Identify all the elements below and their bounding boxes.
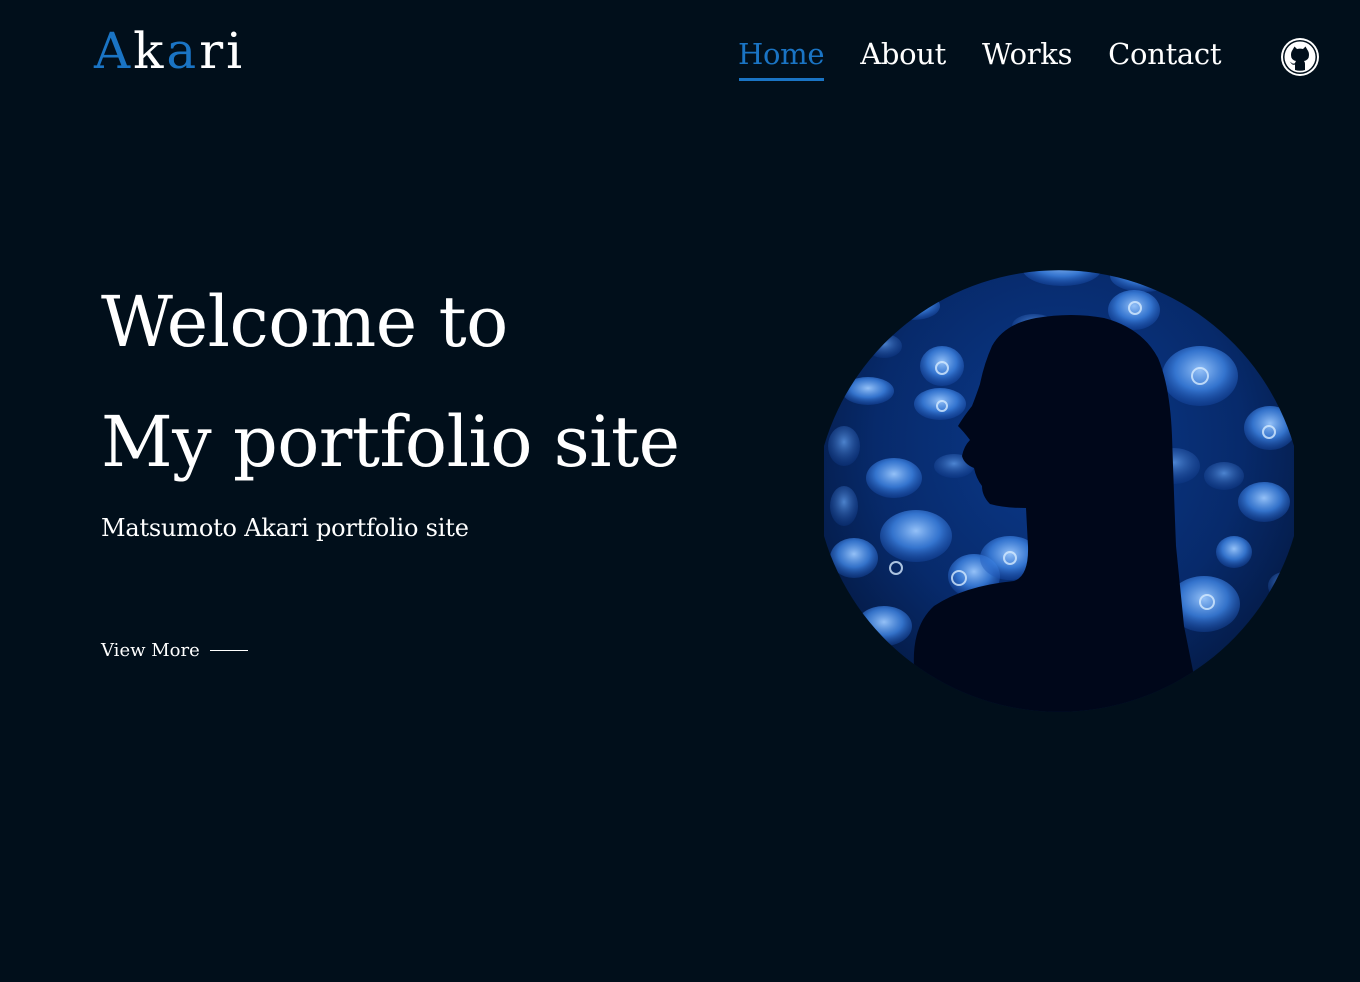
- logo-letter: i: [226, 22, 246, 80]
- nav-contact[interactable]: Contact: [1108, 40, 1221, 77]
- view-more-link[interactable]: View More: [101, 640, 248, 661]
- page: Akari Home About Works Contact Welcome t…: [0, 0, 1360, 982]
- site-logo[interactable]: Akari: [94, 26, 245, 76]
- github-icon[interactable]: [1279, 36, 1321, 78]
- logo-letter: A: [94, 22, 134, 80]
- view-more-line: [209, 650, 248, 651]
- hero-title-line-1: Welcome to: [101, 281, 508, 363]
- silhouette-jellyfish-image: [824, 270, 1294, 712]
- logo-letter: r: [199, 22, 227, 80]
- hero-title-line-2: My portfolio site: [101, 401, 680, 483]
- view-more-label: View More: [101, 640, 200, 661]
- main-nav: Home About Works Contact: [738, 40, 1257, 81]
- nav-about[interactable]: About: [860, 40, 946, 77]
- nav-home[interactable]: Home: [738, 40, 825, 81]
- hero-title: Welcome to My portfolio site: [101, 262, 680, 502]
- logo-letter: a: [166, 22, 200, 80]
- hero-subtitle: Matsumoto Akari portfolio site: [101, 514, 469, 542]
- logo-letter: k: [133, 22, 167, 80]
- nav-works[interactable]: Works: [982, 40, 1072, 77]
